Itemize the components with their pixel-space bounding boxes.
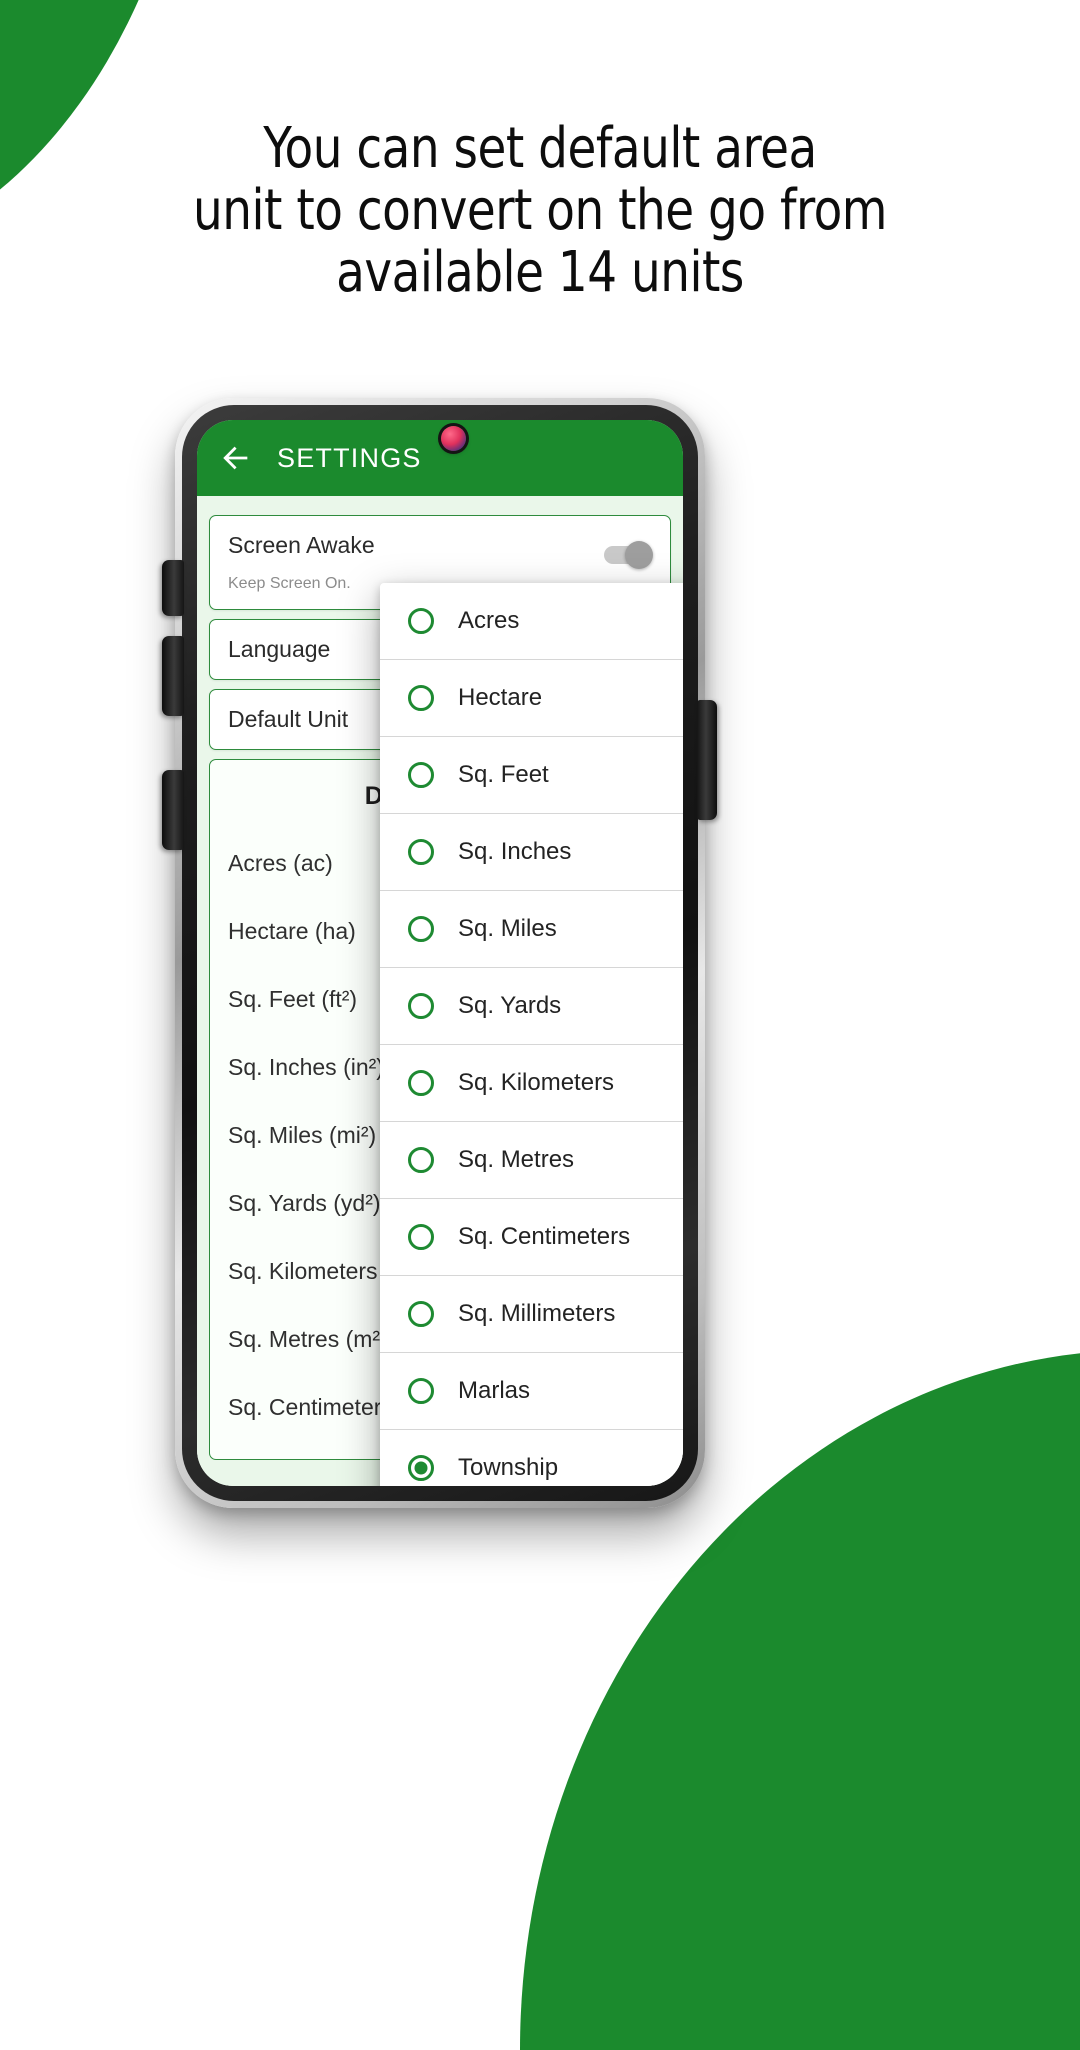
front-camera-icon: [441, 426, 466, 451]
radio-unselected-icon[interactable]: [408, 762, 434, 788]
phone-mockup: SETTINGS Screen Awake Keep Screen On. La…: [162, 398, 717, 1508]
dialog-option-selected[interactable]: Township: [380, 1430, 683, 1486]
radio-unselected-icon[interactable]: [408, 916, 434, 942]
display-unit-label: Hectare (ha): [228, 917, 356, 944]
app-bar-title: SETTINGS: [277, 442, 422, 473]
page-title: You can set default area unit to convert…: [38, 118, 1042, 304]
dialog-option-label: Acres: [458, 607, 520, 634]
dialog-option[interactable]: Hectare: [380, 660, 683, 737]
headline-line-2: unit to convert on the go from: [193, 178, 887, 243]
display-unit-label: Acres (ac): [228, 849, 333, 876]
radio-unselected-icon[interactable]: [408, 1224, 434, 1250]
headline-line-1: You can set default area: [263, 116, 817, 181]
dialog-option[interactable]: Sq. Centimeters: [380, 1199, 683, 1276]
display-unit-label: Sq. Miles (mi²): [228, 1121, 377, 1148]
screen-awake-toggle[interactable]: [604, 541, 653, 569]
dialog-option-label: Sq. Kilometers: [458, 1069, 615, 1096]
default-unit-dialog: Acres Hectare Sq. Feet Sq. Inches Sq. Mi…: [380, 583, 683, 1486]
dialog-option[interactable]: Acres: [380, 583, 683, 660]
dialog-option-label: Sq. Centimeters: [458, 1223, 631, 1250]
phone-screen: SETTINGS Screen Awake Keep Screen On. La…: [197, 420, 683, 1486]
radio-selected-icon[interactable]: [408, 1455, 434, 1481]
dialog-option-label: Sq. Feet: [458, 761, 549, 788]
radio-unselected-icon[interactable]: [408, 685, 434, 711]
dialog-option[interactable]: Sq. Kilometers: [380, 1045, 683, 1122]
dialog-option-label: Hectare: [458, 684, 543, 711]
app-bar: SETTINGS: [197, 420, 683, 496]
radio-unselected-icon[interactable]: [408, 1378, 434, 1404]
dialog-option[interactable]: Marlas: [380, 1353, 683, 1430]
dialog-option[interactable]: Sq. Millimeters: [380, 1276, 683, 1353]
dialog-option[interactable]: Sq. Yards: [380, 968, 683, 1045]
radio-unselected-icon[interactable]: [408, 1070, 434, 1096]
radio-unselected-icon[interactable]: [408, 608, 434, 634]
dialog-option[interactable]: Sq. Metres: [380, 1122, 683, 1199]
dialog-option-label: Marlas: [458, 1377, 531, 1404]
radio-unselected-icon[interactable]: [408, 839, 434, 865]
display-unit-label: Sq. Metres (m²): [228, 1325, 388, 1352]
arrow-left-icon[interactable]: [219, 441, 253, 475]
phone-button-right[interactable]: [697, 700, 717, 820]
display-unit-label: Sq. Feet (ft²): [228, 985, 358, 1012]
dialog-option-label: Sq. Millimeters: [458, 1300, 616, 1327]
phone-button-left-3[interactable]: [162, 770, 184, 850]
dialog-option-label: Sq. Yards: [458, 992, 562, 1019]
radio-unselected-icon[interactable]: [408, 1301, 434, 1327]
headline-line-3: available 14 units: [336, 240, 744, 305]
display-unit-label: Sq. Inches (in²): [228, 1053, 384, 1080]
dialog-option[interactable]: Sq. Miles: [380, 891, 683, 968]
dialog-option-label: Sq. Metres: [458, 1146, 575, 1173]
phone-button-left-1[interactable]: [162, 560, 184, 616]
dialog-option[interactable]: Sq. Inches: [380, 814, 683, 891]
settings-row-title: Screen Awake: [228, 532, 375, 558]
dialog-option-label: Township: [458, 1454, 559, 1481]
phone-button-left-2[interactable]: [162, 636, 184, 716]
dialog-option-label: Sq. Miles: [458, 915, 557, 942]
display-unit-label: Sq. Yards (yd²): [228, 1189, 381, 1216]
dialog-option[interactable]: Sq. Feet: [380, 737, 683, 814]
dialog-option-label: Sq. Inches: [458, 838, 572, 865]
radio-unselected-icon[interactable]: [408, 1147, 434, 1173]
radio-unselected-icon[interactable]: [408, 993, 434, 1019]
